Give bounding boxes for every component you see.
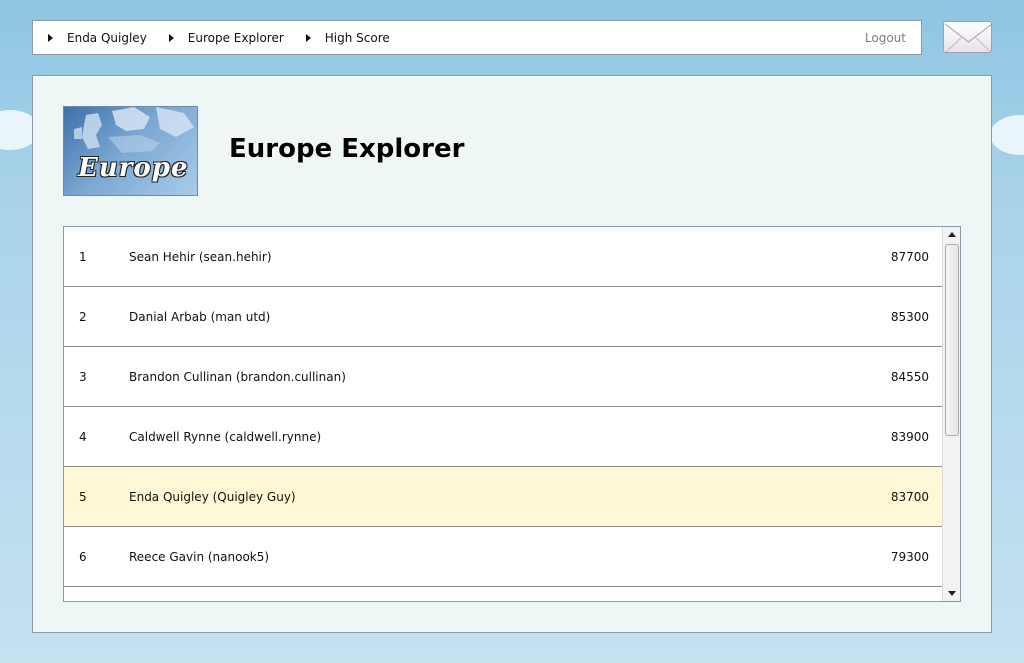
- rank-cell: 4: [79, 429, 87, 444]
- player-name-cell: Caldwell Rynne (caldwell.rynne): [129, 429, 322, 444]
- score-cell: 84550: [890, 369, 929, 384]
- europe-logo: Europe: [63, 106, 198, 196]
- score-cell: 87700: [890, 249, 929, 264]
- triangle-right-icon: [48, 33, 53, 42]
- score-cell: 83900: [890, 429, 929, 444]
- player-name-cell: Reece Gavin (nanook5): [129, 549, 270, 564]
- scroll-down-button[interactable]: [943, 585, 960, 601]
- table-row[interactable]: [64, 587, 943, 601]
- mail-button[interactable]: [943, 21, 992, 53]
- table-row[interactable]: 3 Brandon Cullinan (brandon.cullinan) 84…: [64, 347, 943, 407]
- rank-cell: 6: [79, 549, 87, 564]
- mail-envelope-icon: [944, 23, 991, 52]
- table-row[interactable]: 1 Sean Hehir (sean.hehir) 87700: [64, 227, 943, 287]
- page-title: Europe Explorer: [229, 134, 465, 164]
- score-cell: 79300: [890, 549, 929, 564]
- breadcrumb-item-high-score[interactable]: High Score: [305, 21, 412, 54]
- vertical-scrollbar[interactable]: [942, 227, 960, 601]
- player-name-cell: Enda Quigley (Quigley Guy): [129, 489, 296, 504]
- breadcrumb-label: Enda Quigley: [67, 30, 147, 45]
- cloud-decoration: [990, 115, 1024, 155]
- scroll-up-button[interactable]: [943, 227, 960, 243]
- triangle-right-icon: [168, 33, 174, 42]
- chevron-down-icon: [948, 591, 956, 596]
- player-name-cell: Sean Hehir (sean.hehir): [129, 249, 272, 264]
- rank-cell: 2: [79, 309, 87, 324]
- logo-text: Europe: [78, 153, 189, 183]
- breadcrumb-item-user[interactable]: Enda Quigley: [48, 21, 169, 54]
- score-cell: 83700: [890, 489, 929, 504]
- table-row[interactable]: 4 Caldwell Rynne (caldwell.rynne) 83900: [64, 407, 943, 467]
- chevron-up-icon: [948, 232, 956, 237]
- breadcrumb: Enda Quigley Europe Explorer High Score …: [32, 20, 922, 55]
- breadcrumb-item-game[interactable]: Europe Explorer: [168, 21, 306, 54]
- score-cell: 85300: [890, 309, 929, 324]
- table-row[interactable]: 2 Danial Arbab (man utd) 85300: [64, 287, 943, 347]
- breadcrumb-label: High Score: [324, 30, 390, 45]
- score-rows: 1 Sean Hehir (sean.hehir) 87700 2 Danial…: [64, 227, 943, 601]
- high-score-list: 1 Sean Hehir (sean.hehir) 87700 2 Danial…: [63, 226, 961, 602]
- table-row[interactable]: 6 Reece Gavin (nanook5) 79300: [64, 527, 943, 587]
- table-row-current-user[interactable]: 5 Enda Quigley (Quigley Guy) 83700: [64, 467, 943, 527]
- rank-cell: 3: [79, 369, 87, 384]
- logout-link[interactable]: Logout: [865, 31, 906, 45]
- player-name-cell: Brandon Cullinan (brandon.cullinan): [129, 369, 346, 384]
- triangle-right-icon: [305, 33, 311, 42]
- rank-cell: 5: [79, 489, 87, 504]
- breadcrumb-label: Europe Explorer: [187, 30, 284, 45]
- player-name-cell: Danial Arbab (man utd): [129, 309, 271, 324]
- rank-cell: 1: [79, 249, 87, 264]
- main-panel: Europe Europe Explorer 1 Sean Hehir (sea…: [32, 75, 992, 633]
- scrollbar-thumb[interactable]: [945, 244, 959, 436]
